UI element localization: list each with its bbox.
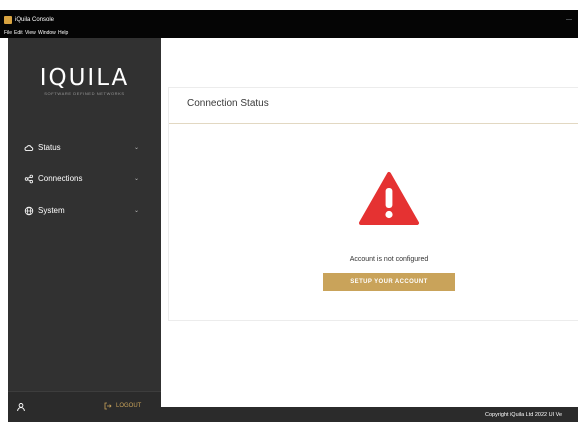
menu-help[interactable]: Help	[58, 28, 68, 38]
sidebar-item-system[interactable]: System ⌄	[8, 201, 161, 221]
warning-icon	[359, 172, 419, 225]
card-title: Connection Status	[187, 98, 269, 109]
status-bar: Copyright iQuila Ltd 2022 UI Ve	[161, 407, 578, 422]
sidebar-item-connections[interactable]: Connections ⌄	[8, 169, 161, 189]
title-bar: iQuila Console —	[0, 10, 578, 28]
chevron-down-icon: ⌄	[134, 145, 140, 151]
user-icon[interactable]	[16, 402, 26, 412]
logout-label: LOGOUT	[116, 403, 142, 409]
chevron-down-icon: ⌄	[134, 176, 140, 182]
iquila-logo: IQUILA SOFTWARE DEFINED NETWORKS	[8, 66, 161, 96]
logo-wordmark: IQUILA	[39, 65, 130, 91]
sidebar-item-label: System	[38, 206, 65, 215]
app-window: iQuila Console — File Edit View Window H…	[0, 0, 578, 422]
setup-account-button[interactable]: SETUP YOUR ACCOUNT	[323, 273, 455, 291]
menu-bar: File Edit View Window Help	[0, 28, 578, 38]
menu-file[interactable]: File	[4, 28, 12, 38]
menu-window[interactable]: Window	[38, 28, 56, 38]
connection-status-card: Connection Status Account is not configu…	[168, 87, 578, 321]
sidebar-item-label: Status	[38, 143, 61, 152]
window-title: iQuila Console	[15, 17, 55, 23]
sidebar-footer: LOGOUT	[8, 391, 161, 422]
menu-view[interactable]: View	[25, 28, 36, 38]
logo-tagline: SOFTWARE DEFINED NETWORKS	[44, 91, 125, 96]
app-icon	[4, 16, 12, 24]
globe-icon	[24, 206, 34, 216]
minimize-button[interactable]: —	[566, 16, 572, 24]
chevron-down-icon: ⌄	[134, 208, 140, 214]
sidebar-item-status[interactable]: Status ⌄	[8, 138, 161, 158]
logout-icon	[104, 402, 112, 410]
card-divider	[169, 123, 578, 124]
copyright-text: Copyright iQuila Ltd 2022 UI Ve	[485, 412, 563, 418]
menu-edit[interactable]: Edit	[14, 28, 23, 38]
sidebar: IQUILA SOFTWARE DEFINED NETWORKS Status …	[8, 38, 161, 422]
cloud-icon	[24, 145, 34, 152]
share-icon	[24, 174, 33, 184]
account-status-message: Account is not configured	[349, 256, 429, 263]
sidebar-item-label: Connections	[38, 174, 83, 183]
